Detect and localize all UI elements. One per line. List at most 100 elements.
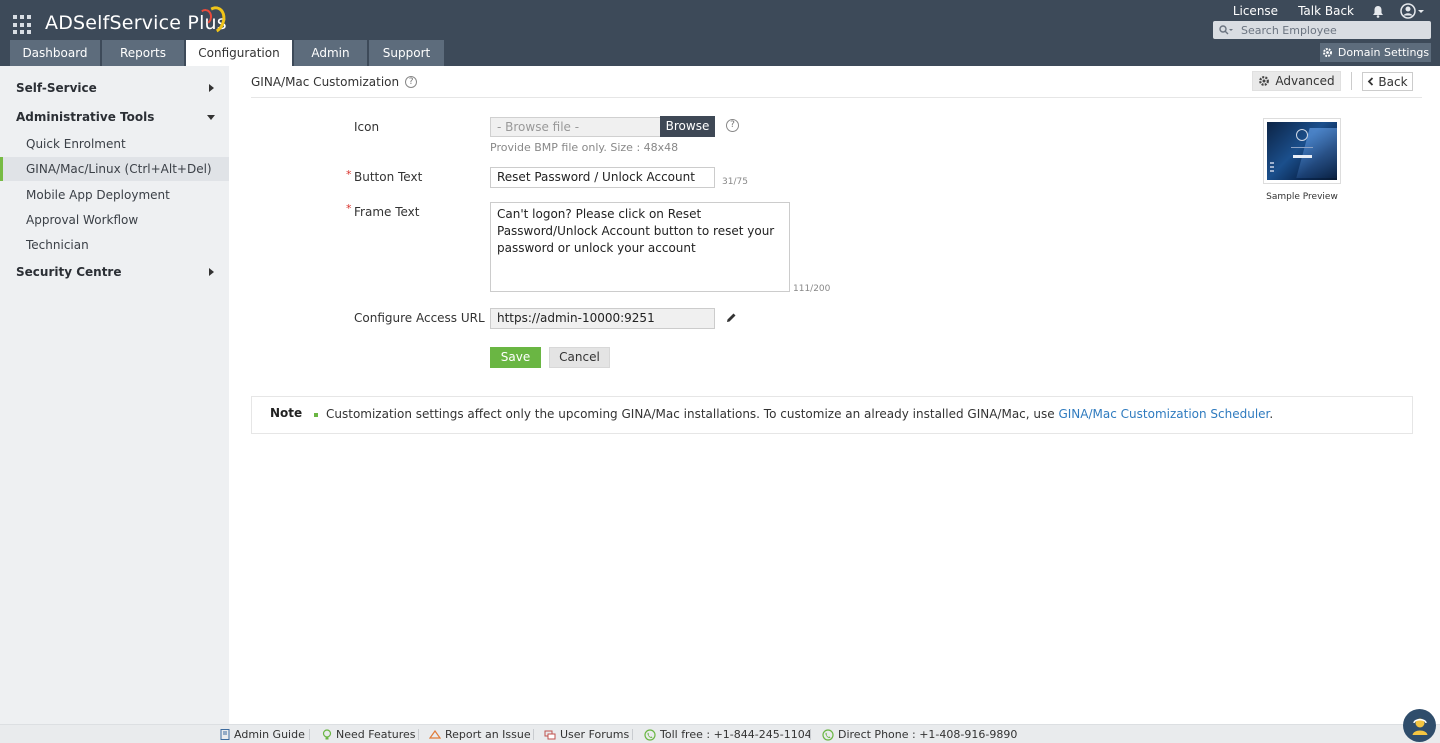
footer-divider [418,729,419,740]
frame-text-textarea[interactable]: Can't logon? Please click on Reset Passw… [490,202,790,292]
browse-button[interactable]: Browse [660,116,715,137]
button-text-label: Button Text [354,170,423,184]
employee-search [1213,21,1431,39]
toll-free-label: Toll free : +1-844-245-1104 [660,728,812,741]
page-title-text: GINA/Mac Customization [251,75,400,89]
report-issue-icon [429,729,441,739]
phone-icon [644,728,656,741]
user-forums-link[interactable]: User Forums [544,727,629,742]
edit-pencil-icon[interactable] [725,312,737,324]
sidebar-item-label: Security Centre [16,265,122,279]
required-marker: * [346,168,352,181]
cancel-button[interactable]: Cancel [549,347,610,368]
sidebar-item-self-service[interactable]: Self-Service [0,76,229,100]
forums-icon [544,730,556,739]
sidebar-item-label: Mobile App Deployment [26,188,170,202]
bell-icon[interactable] [1366,2,1390,20]
save-button[interactable]: Save [490,347,541,368]
chevron-left-icon [1368,77,1374,86]
preview-image [1267,122,1337,180]
access-url-input[interactable]: https://admin-10000:9251 [490,308,715,329]
note-box: Note Customization settings affect only … [251,396,1413,434]
license-link[interactable]: License [1223,4,1288,18]
sidebar-item-label: Administrative Tools [16,110,155,124]
tab-support[interactable]: Support [369,40,444,66]
support-chat-icon[interactable] [1403,709,1436,742]
user-forums-label: User Forums [560,728,630,741]
footer-divider [632,729,633,740]
back-label: Back [1378,74,1408,89]
sidebar-item-approval-workflow[interactable]: Approval Workflow [0,208,229,232]
tab-configuration[interactable]: Configuration [186,40,292,66]
caret-right-icon [209,268,214,276]
footer-divider [533,729,534,740]
domain-settings-label: Domain Settings [1337,46,1430,59]
sidebar-item-label: GINA/Mac/Linux (Ctrl+Alt+Del) [26,162,212,176]
tab-dashboard[interactable]: Dashboard [10,40,100,66]
top-links: License Talk Back [1223,2,1428,20]
sidebar-item-label: Self-Service [16,81,97,95]
tab-admin[interactable]: Admin [294,40,367,66]
sidebar-item-security-centre[interactable]: Security Centre [0,260,229,284]
sidebar-item-label: Technician [26,238,89,252]
search-icon [1219,25,1233,35]
talk-back-link[interactable]: Talk Back [1288,4,1364,18]
customization-scheduler-link[interactable]: GINA/Mac Customization Scheduler [1058,407,1269,421]
sidebar-item-gina-mac-linux[interactable]: GINA/Mac/Linux (Ctrl+Alt+Del) [0,157,229,181]
icon-help-icon[interactable]: ? [726,119,739,132]
app-grid-icon[interactable] [13,15,33,35]
admin-guide-label: Admin Guide [234,728,305,741]
need-features-link[interactable]: Need Features [322,727,416,742]
sidebar-item-administrative-tools[interactable]: Administrative Tools [0,105,229,129]
sidebar: Self-Service Administrative Tools Quick … [0,66,229,724]
report-issue-label: Report an Issue [445,728,531,741]
toll-free-phone[interactable]: Toll free : +1-844-245-1104 [644,727,812,742]
report-issue-link[interactable]: Report an Issue [429,727,531,742]
frame-text-label: Frame Text [354,205,420,219]
phone-icon [822,728,834,741]
note-text: Customization settings affect only the u… [326,407,1273,421]
note-body: Customization settings affect only the u… [326,407,1059,421]
sample-preview-caption: Sample Preview [1266,192,1338,202]
sidebar-item-label: Approval Workflow [26,213,139,227]
button-text-input[interactable]: Reset Password / Unlock Account [490,167,715,188]
note-title: Note [270,406,303,420]
sample-preview-thumbnail[interactable] [1263,118,1341,184]
lightbulb-icon [322,728,332,739]
main-tabs: Dashboard Reports Configuration Admin Su… [10,40,446,66]
access-url-label: Configure Access URL [354,311,485,325]
page-title: GINA/Mac Customization ? [251,75,418,89]
app-header: ADSelfService Plus License Talk Back Das… [0,0,1440,66]
footer-divider [810,729,811,740]
employee-search-input[interactable] [1241,23,1421,37]
note-bullet [314,413,318,417]
need-features-label: Need Features [336,728,416,741]
tab-reports[interactable]: Reports [102,40,184,66]
domain-settings-button[interactable]: Domain Settings [1320,43,1431,62]
advanced-button[interactable]: Advanced [1252,71,1341,91]
help-icon[interactable]: ? [405,76,418,88]
caret-right-icon [209,84,214,92]
gear-icon [1259,76,1270,86]
sidebar-item-label: Quick Enrolment [26,137,126,151]
divider [1351,72,1352,90]
direct-phone[interactable]: Direct Phone : +1-408-916-9890 [822,727,1017,742]
footer-bar: Admin Guide Need Features Report an Issu… [0,724,1440,743]
advanced-label: Advanced [1275,74,1335,88]
sidebar-item-quick-enrolment[interactable]: Quick Enrolment [0,132,229,156]
required-marker: * [346,202,352,215]
footer-divider [309,729,310,740]
title-divider [251,97,1422,98]
note-suffix: . [1269,407,1274,421]
sidebar-item-mobile-app-deployment[interactable]: Mobile App Deployment [0,183,229,207]
book-icon [220,729,230,740]
gear-icon [1322,48,1332,57]
back-button[interactable]: Back [1362,72,1413,91]
sidebar-item-technician[interactable]: Technician [0,233,229,257]
button-text-counter: 31/75 [722,177,748,187]
admin-guide-link[interactable]: Admin Guide [220,727,305,742]
user-menu-icon[interactable] [1398,2,1428,20]
direct-phone-label: Direct Phone : +1-408-916-9890 [838,728,1018,741]
icon-label: Icon [354,120,380,134]
icon-file-input[interactable]: - Browse file - [490,117,661,137]
